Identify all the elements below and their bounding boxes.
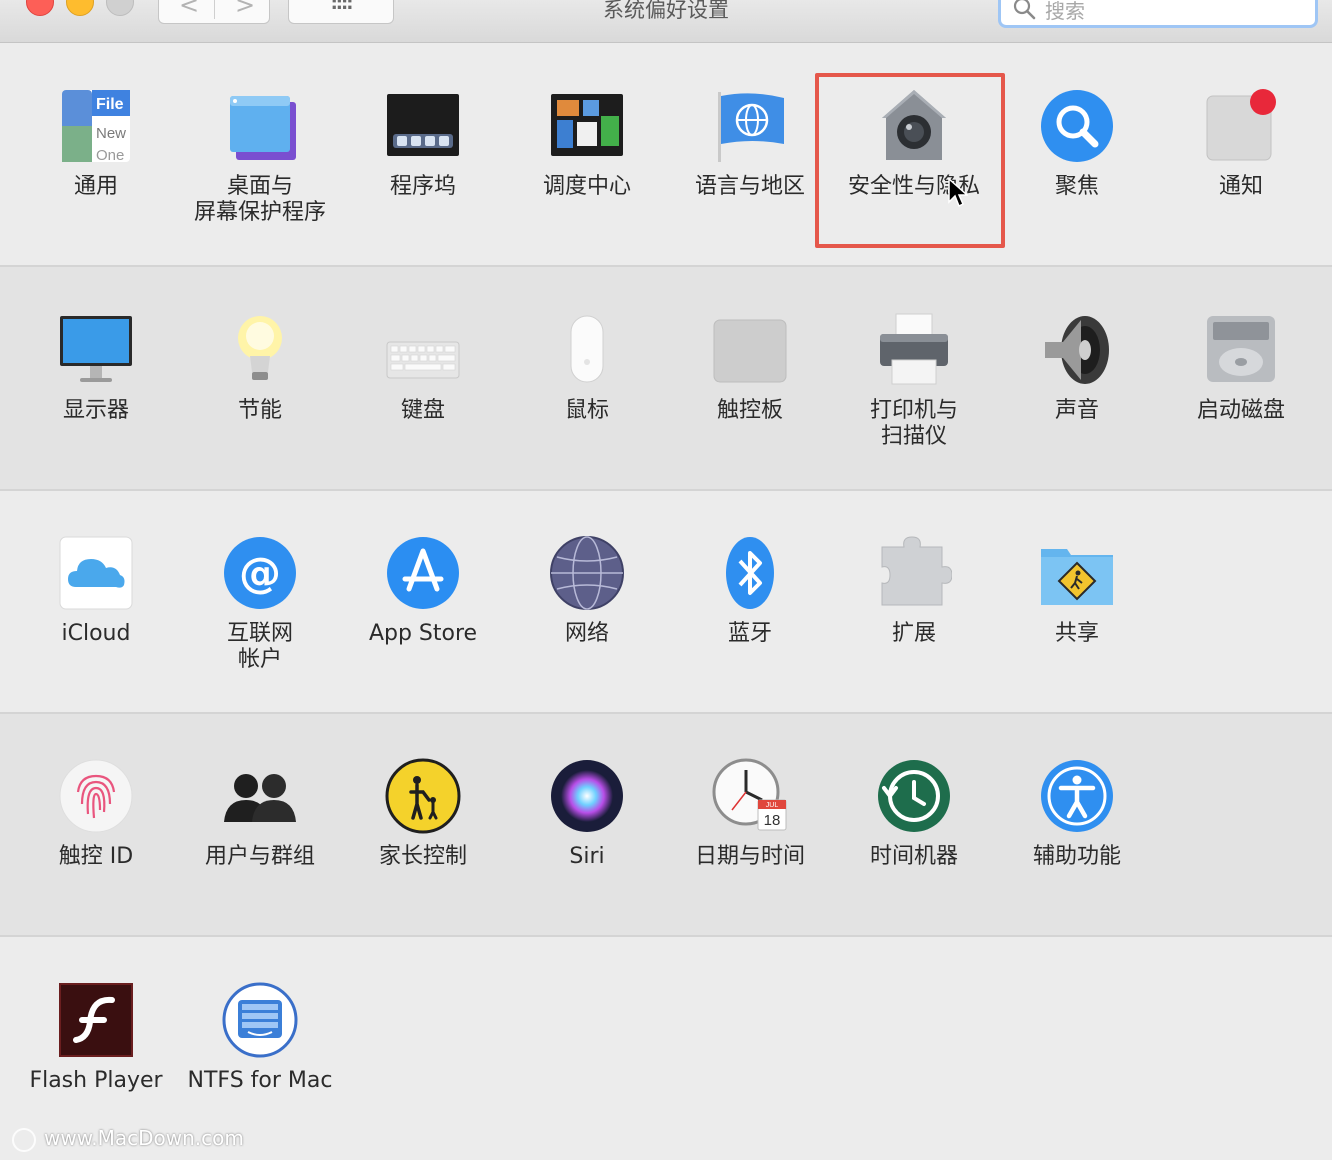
- pane-label: NTFS for Mac: [187, 1068, 333, 1093]
- svg-text:File: File: [96, 96, 124, 113]
- pane-label: 调度中心: [542, 174, 631, 199]
- pane-label: 打印机与 扫描仪: [869, 398, 958, 449]
- section-hardware: [0, 267, 1332, 489]
- ntfs-for-mac-icon: [222, 982, 298, 1058]
- parental-controls-icon: [385, 758, 461, 834]
- desktop-screensaver-icon: [230, 96, 296, 160]
- svg-text:JUL: JUL: [766, 802, 779, 809]
- app-store-icon: [387, 537, 459, 609]
- pane-label: 声音: [1054, 398, 1099, 423]
- notifications-icon: [1206, 89, 1276, 161]
- pane-label: 网络: [564, 621, 609, 646]
- pane-label: 启动磁盘: [1196, 398, 1285, 423]
- sound-icon: [1045, 316, 1109, 384]
- pane-label: 节能: [237, 398, 282, 423]
- dock-icon: [387, 94, 459, 156]
- section-personal: [0, 43, 1332, 265]
- svg-text:New: New: [96, 125, 126, 142]
- flash-player-icon: [59, 983, 133, 1057]
- pane-label: 辅助功能: [1032, 844, 1121, 869]
- trackpad-icon: [713, 319, 787, 383]
- pane-label: 扩展: [891, 621, 936, 646]
- pane-label: 时间机器: [869, 844, 958, 869]
- pane-label: iCloud: [61, 621, 131, 646]
- pane-label: 日期与时间: [694, 844, 805, 869]
- users-groups-icon: [224, 774, 296, 822]
- pane-label: 触控 ID: [58, 844, 134, 869]
- displays-icon: [60, 316, 132, 382]
- pane-label: Siri: [569, 844, 605, 869]
- language-region-icon: [718, 92, 784, 162]
- icloud-icon: [59, 536, 133, 610]
- bluetooth-icon: [726, 537, 774, 609]
- pane-label: App Store: [368, 621, 478, 646]
- accessibility-icon: [1041, 760, 1113, 832]
- energy-saver-icon: [238, 316, 282, 380]
- time-machine-icon: [878, 760, 950, 832]
- pane-label: 用户与群组: [204, 844, 315, 869]
- printers-scanners-icon: [880, 313, 948, 385]
- system-preferences-window: < > :::: 系统偏好设置 File New: [0, 0, 1332, 1160]
- startup-disk-icon: [1207, 316, 1275, 382]
- watermark-logo-icon: [12, 1128, 36, 1152]
- pane-label: 通用: [73, 174, 118, 199]
- mouse-cursor-icon: [948, 178, 968, 208]
- general-icon: File New One: [62, 90, 130, 164]
- pane-label: 桌面与 屏幕保护程序: [193, 174, 326, 225]
- siri-icon: [551, 760, 623, 832]
- pane-label: 通知: [1218, 174, 1263, 199]
- pane-label: 聚焦: [1054, 174, 1099, 199]
- search-input[interactable]: [1043, 0, 1297, 25]
- pane-label: 显示器: [62, 398, 129, 423]
- pane-label: 程序坞: [389, 174, 456, 199]
- internet-accounts-icon: @: [224, 537, 296, 609]
- section-internet: [0, 491, 1332, 712]
- extensions-icon: [881, 536, 952, 606]
- mouse-icon: [570, 315, 604, 383]
- keyboard-icon: [386, 341, 460, 379]
- sharing-icon: [1041, 549, 1113, 605]
- pane-label: 鼠标: [564, 398, 609, 423]
- svg-text:One: One: [96, 147, 124, 164]
- svg-text:@: @: [239, 548, 281, 597]
- network-icon: [550, 536, 624, 610]
- svg-text:18: 18: [764, 812, 781, 829]
- date-time-icon: JUL 18: [712, 758, 787, 831]
- search-icon: [1013, 0, 1036, 20]
- search-field[interactable]: [998, 0, 1318, 28]
- watermark-text: www.MacDown.com: [44, 1126, 244, 1150]
- pane-label: Flash Player: [29, 1068, 163, 1093]
- pane-label: 共享: [1054, 621, 1099, 646]
- pane-label: 互联网 帐户: [226, 621, 293, 672]
- mission-control-icon: [551, 94, 623, 156]
- section-system: [0, 714, 1332, 935]
- touch-id-icon: [59, 759, 133, 833]
- spotlight-icon: [1041, 90, 1113, 162]
- pane-label: 触控板: [716, 398, 783, 423]
- pane-label: 键盘: [400, 398, 445, 423]
- highlight-box: [815, 73, 1005, 248]
- pane-label: 蓝牙: [727, 621, 772, 646]
- pane-label: 家长控制: [378, 844, 467, 869]
- title-bar: < > :::: 系统偏好设置: [0, 0, 1332, 43]
